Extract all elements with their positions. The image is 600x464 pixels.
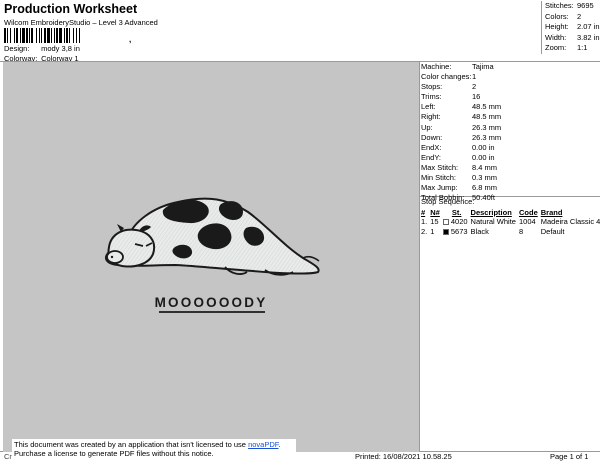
param-label: Trims: (421, 92, 442, 102)
param-value: Tajima (472, 62, 494, 71)
col-header: Description (470, 207, 512, 217)
param-label: Up: (421, 122, 433, 132)
needle-number: 1 (430, 226, 435, 236)
param-value: 8.4 mm (472, 162, 498, 172)
param-label: Right: (421, 112, 441, 122)
cow-embroidery-image: MOOOOOODY (105, 197, 320, 313)
param-value: 16 (472, 92, 481, 102)
barcode-suffix: , (129, 35, 132, 44)
barcode (4, 28, 80, 43)
table-row: 1. 15 4020 Natural White 1004 Madeira Classic… (421, 217, 600, 227)
stop-sequence-header: # N# St. Description Code Brand (421, 207, 600, 217)
footer-cr: Cr (4, 452, 12, 461)
param-row: Up: 26.3 mm (421, 123, 501, 133)
design-text: MOOOOOODY (155, 295, 268, 310)
param-label: Min Stitch: (421, 173, 457, 183)
param-label: Down: (421, 132, 443, 142)
design-row: Design: mody 3,8 in (4, 44, 80, 53)
param-value: 1 (472, 72, 477, 82)
col-header: St. (451, 207, 462, 217)
thread-brand: Madeira Classic 40 (540, 217, 600, 227)
stat-zoom: Zoom: 1:1 (545, 43, 588, 52)
param-value: 2 (472, 82, 477, 92)
design-label: Design: (4, 44, 30, 53)
param-row: Color changes:1 (421, 72, 501, 82)
cow-nostril (110, 255, 114, 259)
param-label: Color changes: (421, 72, 472, 82)
param-row: Trims: 16 (421, 92, 501, 102)
cow-snout (106, 250, 124, 264)
param-row: Down: 26.3 mm (421, 133, 501, 143)
stop-sequence-title: Stop Sequence: (421, 197, 475, 206)
param-row: Right: 48.5 mm (421, 112, 501, 122)
color-swatch (442, 228, 449, 235)
design-stats: Stitches: 9695 Colors: 2 Height: 2.07 in Wi… (541, 1, 600, 54)
stat-height: Height: 2.07 in (545, 22, 600, 31)
thread-code: 1004 (518, 217, 536, 227)
stat-width: Width: 3.82 in (545, 32, 600, 42)
color-swatch (442, 219, 449, 226)
param-value: 6.8 mm (472, 183, 498, 193)
thread-stock: 5673 (442, 227, 471, 237)
param-label: Left: (421, 102, 436, 112)
param-value: 26.3 mm (472, 132, 502, 142)
thread-code: 8 (518, 226, 524, 236)
param-row: Left: 48.5 mm (421, 102, 501, 112)
param-value: 26.3 mm (472, 122, 502, 132)
col-header: Code (518, 207, 538, 217)
col-header: Brand (540, 207, 563, 217)
machine-parameters: Machine: Tajima Color changes:1 Stops: 2 Trim… (421, 62, 501, 203)
stat-colors: Colors: 2 (545, 11, 582, 21)
param-label: Max Stitch: (421, 162, 459, 172)
param-row: EndX: 0.00 in (421, 143, 501, 153)
license-notice-line2: Purchase a license to generate PDF files… (14, 449, 214, 458)
param-label: Machine: (421, 62, 452, 71)
param-row: Max Jump: 6.8 mm (421, 183, 501, 193)
license-notice: This document was created by an applicat… (12, 439, 296, 461)
param-row: Stops: 2 (421, 82, 501, 92)
col-header: # (421, 207, 426, 217)
printed-date: Printed: 16/08/2021 10.58.25 (355, 452, 452, 461)
param-label: EndX: (421, 142, 442, 152)
param-label: Stops: (421, 82, 443, 92)
param-value: 48.5 mm (472, 112, 502, 122)
param-value: 48.5 mm (472, 102, 502, 112)
param-label: Max Jump: (421, 183, 458, 193)
page-number: Page 1 of 1 (550, 452, 589, 461)
needle-number: 15 (430, 217, 439, 227)
thread-brand: Default (540, 226, 565, 236)
stop-number: 1. (421, 217, 428, 227)
stop-sequence-table: # N# St. Description Code Brand 1. 15 4020… (421, 207, 600, 236)
license-notice-line1: This document was created by an applicat… (14, 440, 281, 449)
software-subtitle: Wilcom EmbroideryStudio – Level 3 Advanc… (4, 18, 158, 27)
param-value: 0.00 in (472, 152, 495, 162)
worksheet-title: Production Worksheet (4, 2, 138, 16)
stat-stitches: Stitches: 9695 (545, 1, 594, 10)
table-row: 2. 1 5673 Black 8 Default (421, 227, 600, 237)
stop-number: 2. (421, 226, 428, 236)
thread-description: Natural White (470, 217, 516, 227)
param-row: Max Stitch: 8.4 mm (421, 163, 501, 173)
param-value: 0.3 mm (472, 173, 498, 183)
design-preview: MOOOOOODY (3, 62, 419, 452)
param-label: EndY: (421, 152, 442, 162)
param-row: Min Stitch: 0.3 mm (421, 173, 501, 183)
thread-stock: 4020 (442, 217, 471, 227)
col-header: N# (430, 207, 440, 217)
thread-description: Black (470, 226, 489, 236)
param-value: 0.00 in (472, 142, 495, 152)
param-row: Machine: Tajima (421, 62, 501, 72)
param-row: EndY: 0.00 in (421, 153, 501, 163)
design-value: mody 3,8 in (41, 44, 80, 53)
panel-divider (419, 61, 420, 452)
param-value: 50.40ft (472, 193, 495, 203)
novapdf-link[interactable]: novaPDF (248, 440, 278, 449)
